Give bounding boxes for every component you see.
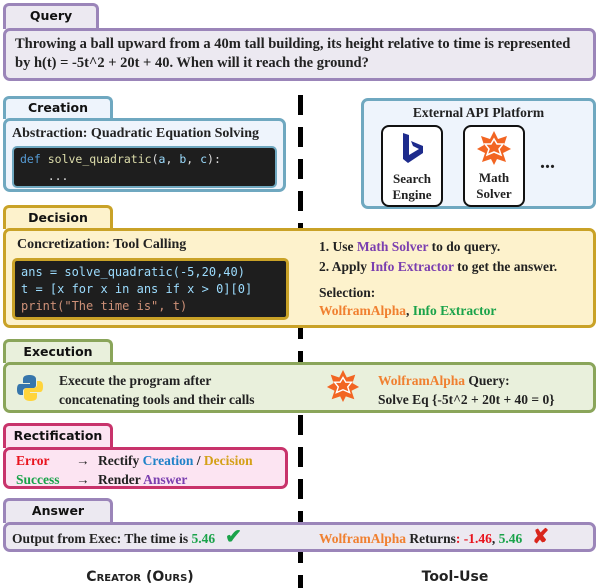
execution-tab: Execution xyxy=(3,339,113,363)
code-token: def xyxy=(20,152,41,166)
text-line: concatenating tools and their calls xyxy=(59,392,255,407)
diagram: Query Throwing a ball upward from a 40m … xyxy=(0,0,598,588)
step-text: 1. Use xyxy=(319,239,357,254)
tool-name: Math Solver xyxy=(476,170,512,201)
query-tab: Query xyxy=(3,3,99,29)
tool-name: WolframAlpha xyxy=(319,531,407,546)
code-line: ans = solve_quadratic(-5,20,40) xyxy=(21,265,245,279)
answer-value: 5.46 xyxy=(498,531,523,546)
query-text: Throwing a ball upward from a 40m tall b… xyxy=(3,28,596,81)
creator-answer: Output from Exec: The time is 5.46 ✔ xyxy=(12,526,242,548)
selection-value: WolframAlpha, Info Extractor xyxy=(319,301,496,320)
creation-title: Abstraction: Quadratic Equation Solving xyxy=(12,126,259,141)
step-text: 2. Apply xyxy=(319,259,371,274)
decision-step-1: 1. Use Math Solver to do query. xyxy=(319,237,500,256)
text: Query: xyxy=(465,373,510,388)
code-token: a xyxy=(158,152,166,166)
selection-tool: Info Extractor xyxy=(412,303,497,318)
tool-name: WolframAlpha xyxy=(378,373,466,388)
tooluse-answer: WolframAlpha Returns: -1.46, 5.46 ✘ xyxy=(319,526,550,548)
code-line: print("The time is", t) xyxy=(21,299,188,313)
decision-link: Decision xyxy=(203,453,253,468)
error-label: Error xyxy=(16,453,50,468)
divider-dashed-line xyxy=(298,95,303,588)
creation-box: Abstraction: Quadratic Equation Solving … xyxy=(3,118,286,192)
success-label: Success xyxy=(16,472,60,487)
decision-title: Concretization: Tool Calling xyxy=(17,237,187,252)
arrow-icon: → xyxy=(76,472,90,487)
answer-tab: Answer xyxy=(3,498,113,523)
decision-tab: Decision xyxy=(3,205,113,229)
equation: Solve Eq {-5t^2 + 20t + 40 = 0} xyxy=(378,392,555,407)
answer-box: Output from Exec: The time is 5.46 ✔ Wolf… xyxy=(3,522,596,552)
text: : xyxy=(455,531,464,546)
step-tool: Math Solver xyxy=(356,239,429,254)
creation-link: Creation xyxy=(142,453,194,468)
wolfram-icon xyxy=(477,131,511,165)
footer-creator: Creator (Ours) xyxy=(86,569,194,585)
text: Render xyxy=(98,472,144,487)
answer-value: -1.46 xyxy=(463,531,492,546)
rectification-tab: Rectification xyxy=(3,423,113,448)
tool-card-search-engine[interactable]: Search Engine xyxy=(381,125,443,207)
api-platform-title: External API Platform xyxy=(412,105,545,120)
code-token: b xyxy=(179,152,187,166)
creation-code: def solve_quadratic(a, b, c): ... xyxy=(12,146,277,188)
answer-link: Answer xyxy=(143,472,188,487)
selection-tool: WolframAlpha xyxy=(319,303,407,318)
execution-box: Execute the program after concatenating t… xyxy=(3,362,596,413)
decision-box: Concretization: Tool Calling ans = solve… xyxy=(3,228,596,328)
decision-step-2: 2. Apply Info Extractor to get the answe… xyxy=(319,257,557,276)
answer-value: 5.46 xyxy=(191,531,216,546)
tool-card-math-solver[interactable]: Math Solver xyxy=(463,125,525,207)
wolfram-query: WolframAlpha Query: Solve Eq {-5t^2 + 20t… xyxy=(378,371,555,409)
tool-name: Search Engine xyxy=(392,171,432,202)
creation-tab: Creation xyxy=(3,96,113,119)
cross-icon: ✘ xyxy=(532,526,550,548)
code-token: solve_quadratic xyxy=(47,152,152,166)
step-tool: Info Extractor xyxy=(370,259,454,274)
code-token: c xyxy=(200,152,208,166)
rectification-box: Error → Rectify Creation / Decision Succes… xyxy=(3,447,288,489)
api-platform-box: External API Platform Search Engine Math… xyxy=(361,98,596,209)
bing-icon xyxy=(403,133,423,163)
code-line: t = [x for x in ans if x > 0][0] xyxy=(21,282,253,296)
more-tools-ellipsis: ... xyxy=(540,151,555,173)
separator: , xyxy=(406,303,413,318)
footer-tool-use: Tool-Use xyxy=(421,569,489,585)
execution-description: Execute the program after concatenating t… xyxy=(59,371,255,409)
python-icon xyxy=(17,375,43,401)
success-row: Success → Render Answer xyxy=(16,470,187,489)
code-token: ): xyxy=(207,152,221,166)
decision-code: ans = solve_quadratic(-5,20,40)t = [x fo… xyxy=(12,258,289,320)
error-row: Error → Rectify Creation / Decision xyxy=(16,451,253,470)
text: , xyxy=(491,531,499,546)
step-text: to do query. xyxy=(428,239,501,254)
code-token: ( xyxy=(151,152,159,166)
text: Output from Exec: The time is xyxy=(12,531,192,546)
text: / xyxy=(193,453,204,468)
wolfram-icon xyxy=(326,369,360,403)
arrow-icon: → xyxy=(76,453,90,468)
selection-label: Selection: xyxy=(319,285,376,300)
step-text: to get the answer. xyxy=(453,259,558,274)
text-line: Execute the program after xyxy=(59,373,212,388)
text: Rectify xyxy=(98,453,143,468)
code-token: ... xyxy=(20,169,69,183)
text: Returns xyxy=(406,531,456,546)
check-icon: ✔ xyxy=(225,526,242,548)
